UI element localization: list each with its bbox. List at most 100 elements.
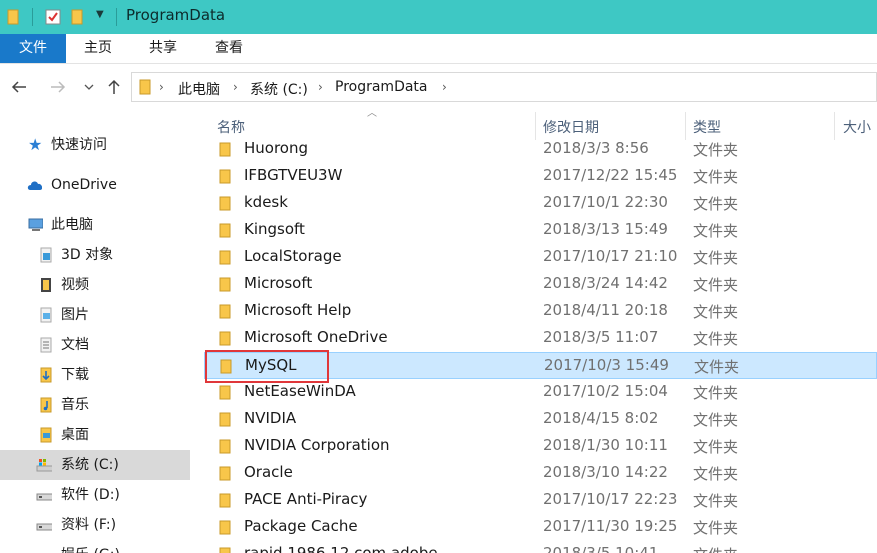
back-arrow-icon[interactable]	[8, 76, 30, 98]
sidebar-item-desktop[interactable]: 桌面	[0, 420, 190, 450]
file-type: 文件夹	[693, 544, 738, 553]
system-drive-icon	[36, 459, 52, 472]
navigation-bar: › 此电脑 › 系统 (C:) › ProgramData ›	[0, 64, 877, 110]
file-row[interactable]: NVIDIA Corporation 2018/1/30 10:11 文件夹	[204, 433, 877, 460]
sidebar-item-music[interactable]: 音乐	[0, 390, 190, 420]
file-name: NVIDIA Corporation	[244, 436, 390, 454]
sidebar-item-3d-objects[interactable]: 3D 对象	[0, 240, 190, 270]
breadcrumb-this-pc[interactable]: 此电脑	[178, 79, 220, 99]
file-date: 2018/3/13 15:49	[543, 220, 668, 238]
file-name: IFBGTVEU3W	[244, 166, 343, 184]
file-type: 文件夹	[693, 465, 739, 483]
window-title: ProgramData	[126, 6, 226, 24]
folder-icon	[139, 79, 151, 95]
file-type: 文件夹	[694, 358, 740, 376]
file-row[interactable]: NetEaseWinDA 2017/10/2 15:04 文件夹	[204, 379, 877, 406]
breadcrumb-programdata[interactable]: ProgramData	[335, 79, 428, 95]
folder-icon	[219, 196, 231, 211]
tab-file[interactable]: 文件	[0, 34, 66, 63]
tab-share[interactable]: 共享	[134, 34, 192, 63]
sidebar-item-documents[interactable]: 文档	[0, 330, 190, 360]
column-header-label: 类型	[693, 120, 721, 136]
file-date: 2018/3/3 8:56	[543, 139, 649, 157]
desktop-icon	[40, 427, 52, 443]
chevron-right-icon[interactable]: ›	[159, 80, 164, 94]
file-row[interactable]: Kingsoft 2018/3/13 15:49 文件夹	[204, 217, 877, 244]
star-icon: ★	[28, 135, 43, 154]
ribbon-tabs: 文件 主页 共享 查看	[0, 34, 877, 64]
chevron-right-icon[interactable]: ›	[318, 80, 323, 94]
file-name: Microsoft Help	[244, 301, 352, 319]
file-name: Kingsoft	[244, 220, 305, 238]
sidebar-item-label: 此电脑	[51, 217, 93, 233]
file-date: 2018/1/30 10:11	[543, 436, 668, 454]
sidebar-item-label: 桌面	[61, 427, 89, 443]
file-name: NVIDIA	[244, 409, 297, 427]
sidebar-item-videos[interactable]: 视频	[0, 270, 190, 300]
file-row[interactable]: Package Cache 2017/11/30 19:25 文件夹	[204, 514, 877, 541]
sidebar-item-onedrive[interactable]: OneDrive	[0, 170, 190, 200]
file-name: kdesk	[244, 193, 288, 211]
folder-icon	[219, 547, 231, 553]
chevron-right-icon[interactable]: ›	[233, 80, 238, 94]
forward-arrow-icon[interactable]	[47, 76, 69, 98]
folder-icon	[219, 250, 231, 265]
file-date: 2017/10/1 22:30	[543, 193, 668, 211]
sidebar-item-label: 软件 (D:)	[61, 487, 120, 503]
sidebar-item-data-drive[interactable]: 资料 (F:)	[0, 510, 190, 540]
sidebar-item-label: 娱乐 (G:)	[61, 540, 120, 553]
folder-icon	[219, 223, 231, 238]
tab-home[interactable]: 主页	[68, 34, 128, 63]
recent-locations-chevron-icon[interactable]	[78, 76, 100, 98]
chevron-right-icon[interactable]: ›	[442, 80, 447, 94]
sidebar-item-downloads[interactable]: 下载	[0, 360, 190, 390]
file-date: 2017/11/30 19:25	[543, 517, 678, 535]
sidebar-item-label: 音乐	[61, 397, 89, 413]
file-row[interactable]: NVIDIA 2018/4/15 8:02 文件夹	[204, 406, 877, 433]
file-name: Oracle	[244, 463, 293, 481]
sidebar-item-entertainment-drive[interactable]: 娱乐 (G:)	[0, 540, 190, 553]
title-bar: ▼ ProgramData	[0, 0, 877, 34]
pictures-icon	[40, 307, 52, 323]
file-date: 2017/12/22 15:45	[543, 166, 678, 184]
sidebar-item-label: 系统 (C:)	[61, 457, 119, 473]
file-date: 2017/10/3 15:49	[544, 356, 669, 374]
folder-icon	[219, 304, 231, 319]
sidebar-item-label: 资料 (F:)	[61, 517, 117, 533]
folder-icon[interactable]	[6, 8, 20, 26]
sidebar-item-this-pc[interactable]: 此电脑	[0, 210, 190, 240]
file-name: PACE Anti-Piracy	[244, 490, 368, 508]
downloads-icon	[40, 367, 52, 383]
sidebar-item-pictures[interactable]: 图片	[0, 300, 190, 330]
tab-view[interactable]: 查看	[200, 34, 258, 63]
customize-qat-icon[interactable]: ▼	[96, 9, 104, 20]
file-name: Microsoft OneDrive	[244, 328, 388, 346]
folder-icon	[219, 331, 231, 346]
file-row[interactable]: IFBGTVEU3W 2017/12/22 15:45 文件夹	[204, 163, 877, 190]
new-folder-icon[interactable]	[70, 8, 86, 26]
up-arrow-icon[interactable]	[103, 76, 125, 98]
sidebar-item-system-drive[interactable]: 系统 (C:)	[0, 450, 190, 480]
file-type: 文件夹	[693, 330, 739, 348]
file-row[interactable]: Microsoft Help 2018/4/11 20:18 文件夹	[204, 298, 877, 325]
file-row[interactable]: rapid 1986 12 com.adobe 2018/3/5 10:41 文件夹	[204, 541, 877, 553]
properties-icon[interactable]	[44, 8, 62, 26]
file-row[interactable]: kdesk 2017/10/1 22:30 文件夹	[204, 190, 877, 217]
file-row[interactable]: Microsoft 2018/3/24 14:42 文件夹	[204, 271, 877, 298]
file-row[interactable]: LocalStorage 2017/10/17 21:10 文件夹	[204, 244, 877, 271]
file-name: rapid 1986 12 com.adobe	[244, 544, 438, 553]
sidebar-item-quick-access[interactable]: ★ 快速访问	[0, 130, 190, 160]
sidebar-item-label: OneDrive	[51, 177, 117, 193]
folder-icon	[219, 439, 231, 454]
drive-icon	[36, 523, 52, 531]
file-row[interactable]: PACE Anti-Piracy 2017/10/17 22:23 文件夹	[204, 487, 877, 514]
file-row[interactable]: Oracle 2018/3/10 14:22 文件夹	[204, 460, 877, 487]
file-row[interactable]: Huorong 2018/3/3 8:56 文件夹	[204, 136, 877, 163]
file-row[interactable]: Microsoft OneDrive 2018/3/5 11:07 文件夹	[204, 325, 877, 352]
breadcrumb-system-drive[interactable]: 系统 (C:)	[250, 79, 308, 99]
file-list: Huorong 2018/3/3 8:56 文件夹 IFBGTVEU3W 2017/12…	[192, 136, 877, 553]
address-bar[interactable]: › 此电脑 › 系统 (C:) › ProgramData ›	[131, 72, 877, 102]
sidebar-item-software-drive[interactable]: 软件 (D:)	[0, 480, 190, 510]
folder-icon	[219, 169, 231, 184]
separator	[116, 8, 117, 26]
